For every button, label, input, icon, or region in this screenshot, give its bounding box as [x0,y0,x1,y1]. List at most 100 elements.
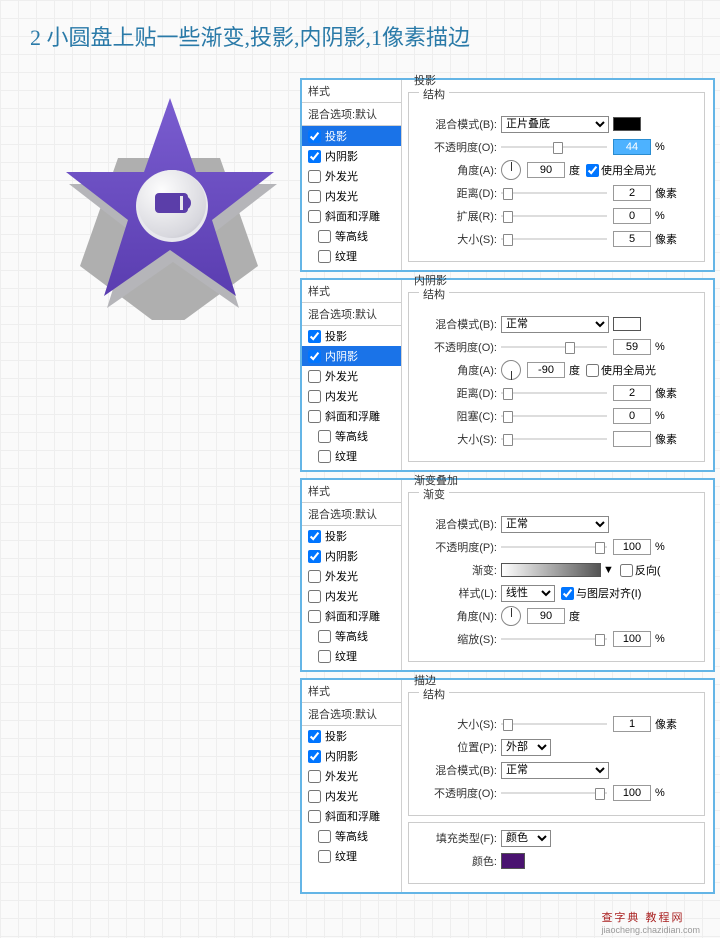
angle-knob3[interactable] [501,606,521,626]
stroke-color-swatch[interactable] [501,853,525,869]
slider-op4[interactable] [501,786,607,800]
input-choke[interactable] [613,408,651,424]
check-outer-glow[interactable] [308,170,321,183]
cds4[interactable] [308,730,321,743]
style-inner-shadow[interactable]: 内阴影 [302,346,401,366]
check-bevel[interactable] [308,210,321,223]
style-outer-glow[interactable]: 外发光 [302,166,401,186]
cds3[interactable] [308,530,321,543]
style-tx4[interactable]: 纹理 [302,846,401,866]
input-distance2[interactable] [613,385,651,401]
input-op4[interactable] [613,785,651,801]
style-be3[interactable]: 斜面和浮雕 [302,606,401,626]
slider-distance[interactable] [501,186,607,200]
style-outer-glow[interactable]: 外发光 [302,366,401,386]
check-contour[interactable] [318,230,331,243]
input-opacity2[interactable] [613,339,651,355]
style-be4[interactable]: 斜面和浮雕 [302,806,401,826]
input-size4[interactable] [613,716,651,732]
style-inner-glow[interactable]: 内发光 [302,186,401,206]
select-bm4[interactable]: 正常 [501,762,609,779]
slider-opacity[interactable] [501,140,607,154]
input-scale[interactable] [613,631,651,647]
check-drop-shadow2[interactable] [308,330,321,343]
cbe3[interactable] [308,610,321,623]
style-tx3[interactable]: 纹理 [302,646,401,666]
select-fill-type[interactable]: 颜色 [501,830,551,847]
style-ct4[interactable]: 等高线 [302,826,401,846]
cbe4[interactable] [308,810,321,823]
slider-dist2[interactable] [501,386,607,400]
bd4[interactable]: 混合选项:默认 [302,703,401,726]
style-inner-shadow[interactable]: 内阴影 [302,146,401,166]
style-drop-shadow[interactable]: 投影 [302,126,401,146]
input-op3[interactable] [613,539,651,555]
check-og2[interactable] [308,370,321,383]
check-align-layer[interactable]: 与图层对齐(I) [561,585,641,601]
blend-options-default[interactable]: 混合选项:默认 [302,103,401,126]
bd3[interactable]: 混合选项:默认 [302,503,401,526]
cog3[interactable] [308,570,321,583]
slider-op3[interactable] [501,540,607,554]
check-global-light[interactable]: 使用全局光 [586,162,656,178]
select-position[interactable]: 外部 [501,739,551,756]
check-inner-shadow[interactable] [308,150,321,163]
style-ct3[interactable]: 等高线 [302,626,401,646]
slider-sz4[interactable] [501,717,607,731]
cis4[interactable] [308,750,321,763]
angle-knob[interactable] [501,160,521,180]
style-ig3[interactable]: 内发光 [302,586,401,606]
check-tx2[interactable] [318,450,331,463]
color-swatch2[interactable] [613,317,641,331]
cog4[interactable] [308,770,321,783]
check-ct2[interactable] [318,430,331,443]
check-global2[interactable]: 使用全局光 [586,362,656,378]
style-bevel-emboss[interactable]: 斜面和浮雕 [302,406,401,426]
select-style[interactable]: 线性 [501,585,555,602]
cct3[interactable] [318,630,331,643]
color-swatch[interactable] [613,117,641,131]
check-reverse[interactable]: 反向( [620,562,661,578]
cis3[interactable] [308,550,321,563]
style-texture[interactable]: 纹理 [302,246,401,266]
input-angle[interactable] [527,162,565,178]
slider-op2[interactable] [501,340,607,354]
input-size[interactable] [613,231,651,247]
angle-knob2[interactable] [501,360,521,380]
blend-default2[interactable]: 混合选项:默认 [302,303,401,326]
style-ds4[interactable]: 投影 [302,726,401,746]
check-be2[interactable] [308,410,321,423]
style-ds3[interactable]: 投影 [302,526,401,546]
input-size2[interactable] [613,431,651,447]
style-contour[interactable]: 等高线 [302,426,401,446]
slider-sz2[interactable] [501,432,607,446]
style-drop-shadow[interactable]: 投影 [302,326,401,346]
style-og3[interactable]: 外发光 [302,566,401,586]
style-og4[interactable]: 外发光 [302,766,401,786]
ctx4[interactable] [318,850,331,863]
style-texture[interactable]: 纹理 [302,446,401,466]
input-distance[interactable] [613,185,651,201]
gradient-swatch[interactable] [501,563,601,577]
style-ig4[interactable]: 内发光 [302,786,401,806]
cig4[interactable] [308,790,321,803]
check-drop-shadow[interactable] [308,130,321,143]
check-inner-glow[interactable] [308,190,321,203]
style-contour[interactable]: 等高线 [302,226,401,246]
input-angle2[interactable] [527,362,565,378]
slider-spread[interactable] [501,209,607,223]
style-bevel-emboss[interactable]: 斜面和浮雕 [302,206,401,226]
input-opacity[interactable] [613,139,651,155]
slider-size[interactable] [501,232,607,246]
cct4[interactable] [318,830,331,843]
input-spread[interactable] [613,208,651,224]
check-inner-shadow2[interactable] [308,350,321,363]
slider-scale[interactable] [501,632,607,646]
cig3[interactable] [308,590,321,603]
ctx3[interactable] [318,650,331,663]
style-is3[interactable]: 内阴影 [302,546,401,566]
style-inner-glow[interactable]: 内发光 [302,386,401,406]
check-ig2[interactable] [308,390,321,403]
input-angle3[interactable] [527,608,565,624]
check-texture[interactable] [318,250,331,263]
